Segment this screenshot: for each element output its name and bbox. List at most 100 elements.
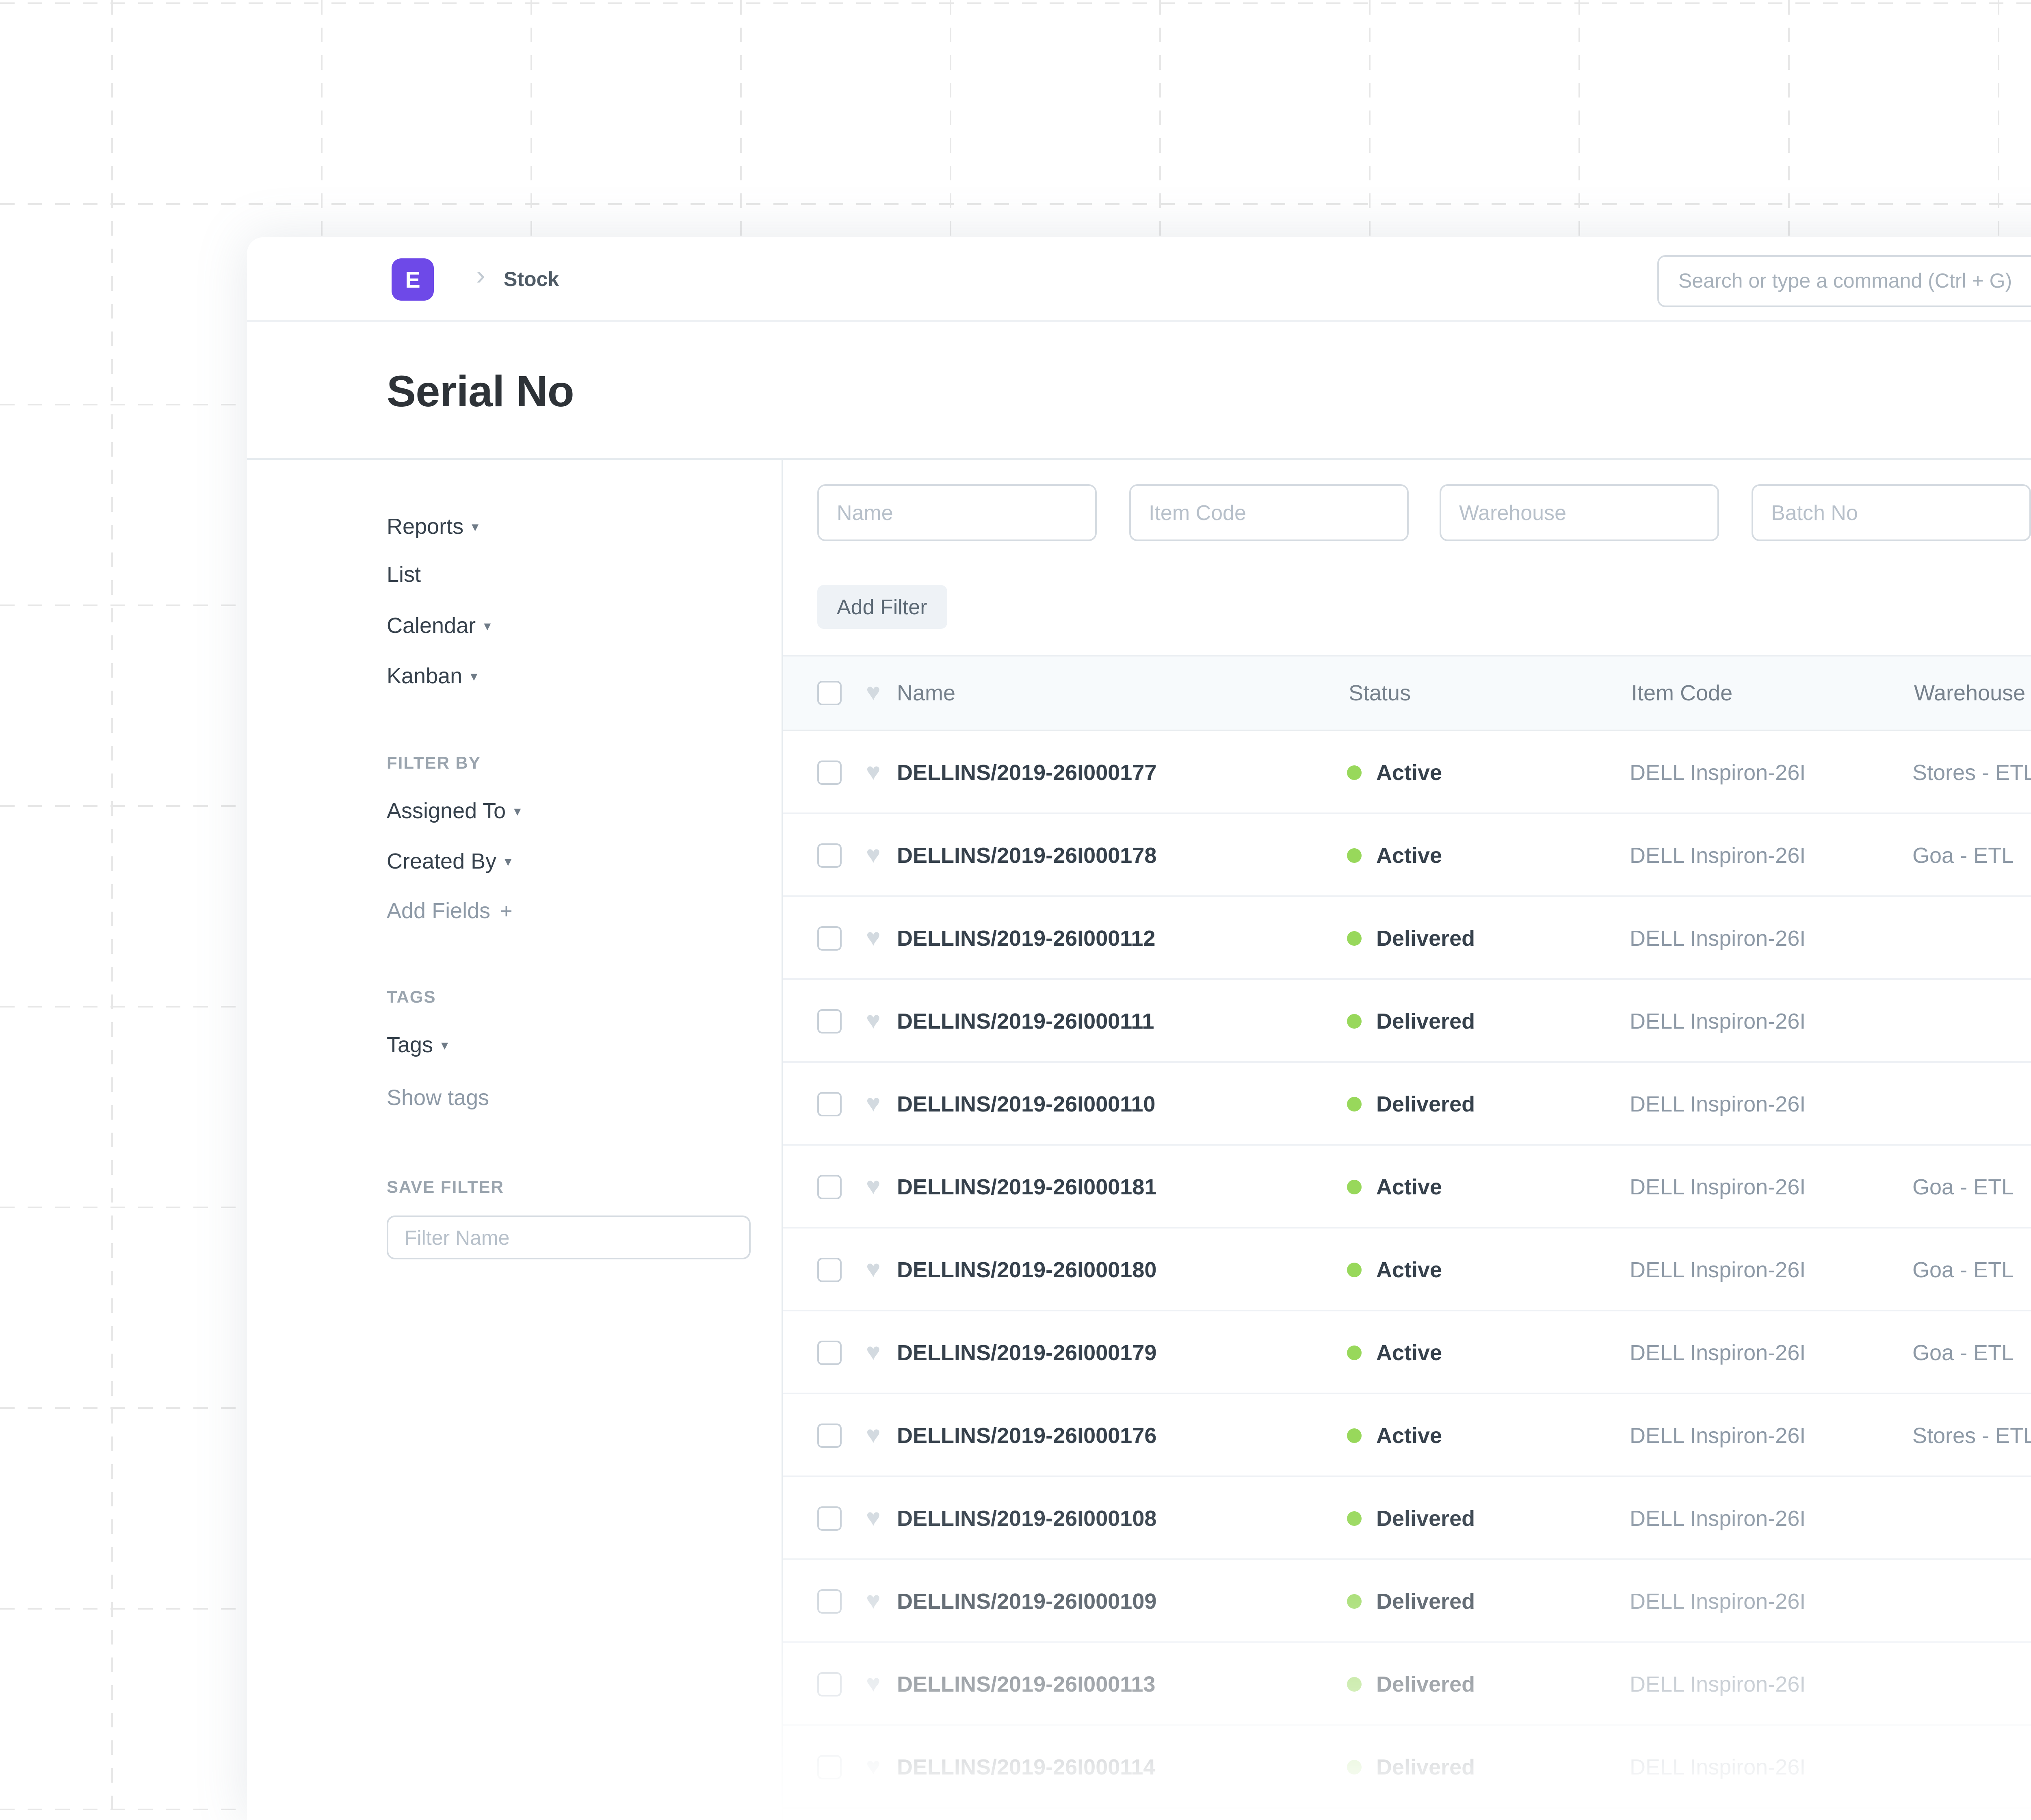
sidebar-add-fields[interactable]: Add Fields+ <box>387 897 513 926</box>
table-row[interactable]: ♥ DELLINS/2019-26I000108 Delivered DELL … <box>783 1477 2031 1560</box>
status-dot-icon <box>1347 1262 1362 1276</box>
row-name-link[interactable]: DELLINS/2019-26I000110 <box>897 1091 1347 1116</box>
row-item-code: DELL Inspiron-26I <box>1630 1174 1912 1198</box>
row-name-link[interactable]: DELLINS/2019-26I000178 <box>897 843 1347 867</box>
table-row[interactable]: ♥ DELLINS/2019-26I000111 Delivered DELL … <box>783 980 2031 1063</box>
row-name-link[interactable]: DELLINS/2019-26I000112 <box>897 925 1347 950</box>
row-checkbox[interactable] <box>817 1258 842 1282</box>
calendar-label: Calendar <box>387 613 476 638</box>
row-status: Active <box>1347 1257 1630 1281</box>
heart-icon[interactable]: ♥ <box>866 1506 881 1530</box>
chevron-down-icon: ▾ <box>505 847 511 876</box>
row-checkbox[interactable] <box>817 760 842 785</box>
row-name-link[interactable]: DELLINS/2019-26I000180 <box>897 1257 1347 1281</box>
sidebar-item-kanban[interactable]: Kanban▾ <box>387 661 477 691</box>
add-filter-button[interactable]: Add Filter <box>817 585 947 629</box>
row-checkbox[interactable] <box>817 1175 842 1199</box>
sidebar-assigned-to[interactable]: Assigned To▾ <box>387 796 521 826</box>
filter-field-item-code[interactable] <box>1129 484 1409 541</box>
status-dot-icon <box>1347 1759 1362 1774</box>
row-name-link[interactable]: DELLINS/2019-26I000111 <box>897 1008 1347 1033</box>
heart-icon[interactable]: ♥ <box>866 1340 881 1364</box>
filter-field-warehouse[interactable] <box>1440 484 1719 541</box>
app-logo[interactable]: E <box>392 258 434 301</box>
row-name-link[interactable]: DELLINS/2019-26I000176 <box>897 1423 1347 1447</box>
status-dot-icon <box>1347 1345 1362 1359</box>
row-checkbox[interactable] <box>817 1341 842 1365</box>
status-label: Active <box>1376 843 1442 867</box>
row-checkbox[interactable] <box>817 1009 842 1034</box>
heart-icon[interactable]: ♥ <box>866 1671 881 1696</box>
row-name-link[interactable]: DELLINS/2019-26I000109 <box>897 1588 1347 1613</box>
heart-icon[interactable]: ♥ <box>866 1588 881 1613</box>
row-checkbox[interactable] <box>817 1755 842 1779</box>
table-row[interactable]: ♥ DELLINS/2019-26I000180 Active DELL Ins… <box>783 1228 2031 1311</box>
table-row[interactable]: ♥ DELLINS/2019-26I000179 Active DELL Ins… <box>783 1311 2031 1394</box>
row-status: Delivered <box>1347 925 1630 950</box>
table-row[interactable]: ♥ DELLINS/2019-26I000178 Active DELL Ins… <box>783 814 2031 897</box>
filter-by-section-label: FILTER BY <box>387 752 481 775</box>
sidebar-item-list[interactable]: List <box>387 561 421 590</box>
status-dot-icon <box>1347 930 1362 945</box>
table-row[interactable]: ♥ DELLINS/2019-26I000181 Active DELL Ins… <box>783 1146 2031 1228</box>
row-status: Active <box>1347 1174 1630 1198</box>
heart-icon[interactable]: ♥ <box>866 843 881 867</box>
row-status: Active <box>1347 760 1630 784</box>
heart-icon[interactable]: ♥ <box>866 925 881 950</box>
row-name-link[interactable]: DELLINS/2019-26I000108 <box>897 1506 1347 1530</box>
row-checkbox[interactable] <box>817 843 842 868</box>
row-name-link[interactable]: DELLINS/2019-26I000179 <box>897 1340 1347 1364</box>
table-row[interactable]: ♥ DELLINS/2019-26I000109 Delivered DELL … <box>783 1560 2031 1643</box>
heart-icon[interactable]: ♥ <box>866 1423 881 1447</box>
table-row[interactable]: ♥ DELLINS/2019-26I000176 Active DELL Ins… <box>783 1394 2031 1477</box>
liked-filter-heart-icon[interactable]: ♥ <box>866 681 881 705</box>
filter-name-input[interactable] <box>387 1216 751 1259</box>
sidebar-created-by[interactable]: Created By ▾ <box>387 847 511 877</box>
row-checkbox[interactable] <box>817 1672 842 1696</box>
heart-icon[interactable]: ♥ <box>866 1008 881 1033</box>
row-checkbox[interactable] <box>817 1506 842 1531</box>
heart-icon[interactable]: ♥ <box>866 1091 881 1116</box>
sidebar-item-reports[interactable]: Reports▾ <box>387 512 479 542</box>
select-all-checkbox[interactable] <box>817 682 842 706</box>
table-row[interactable]: ♥ DELLINS/2019-26I000177 Active DELL Ins… <box>783 731 2031 814</box>
list-area: Add Filter Last Modified On ↓ ♥ Name Sta… <box>782 458 2031 1820</box>
row-checkbox[interactable] <box>817 1424 842 1448</box>
created-by-label: Created By <box>387 849 496 873</box>
row-name-link[interactable]: DELLINS/2019-26I000177 <box>897 760 1347 784</box>
sidebar-show-tags[interactable]: Show tags <box>387 1084 489 1113</box>
row-checkbox[interactable] <box>817 1589 842 1614</box>
status-dot-icon <box>1347 1096 1362 1111</box>
sidebar-tags[interactable]: Tags▾ <box>387 1030 448 1060</box>
table-row[interactable]: ♥ DELLINS/2019-26I000110 Delivered DELL … <box>783 1063 2031 1146</box>
breadcrumb[interactable]: Stock <box>504 268 559 291</box>
row-checkbox[interactable] <box>817 1092 842 1116</box>
row-item-code: DELL Inspiron-26I <box>1630 1257 1912 1281</box>
row-name-link[interactable]: DELLINS/2019-26I000113 <box>897 1671 1347 1696</box>
status-dot-icon <box>1347 1676 1362 1691</box>
heart-icon[interactable]: ♥ <box>866 1754 881 1779</box>
status-label: Active <box>1376 1340 1442 1364</box>
row-name-link[interactable]: DELLINS/2019-26I000114 <box>897 1754 1347 1779</box>
filter-field-name[interactable] <box>817 484 1097 541</box>
filter-field-batch-no[interactable] <box>1752 484 2031 541</box>
row-warehouse: Goa - ETL <box>1912 1174 2031 1198</box>
table-row[interactable]: ♥ DELLINS/2019-26I000113 Delivered DELL … <box>783 1643 2031 1726</box>
table-row[interactable]: ♥ DELLINS/2019-26I000114 Delivered DELL … <box>783 1726 2031 1809</box>
heart-icon[interactable]: ♥ <box>866 1174 881 1198</box>
heart-icon[interactable]: ♥ <box>866 1257 881 1281</box>
row-item-code: DELL Inspiron-26I <box>1630 1091 1912 1116</box>
row-name-link[interactable]: DELLINS/2019-26I000181 <box>897 1174 1347 1198</box>
row-checkbox[interactable] <box>817 926 842 951</box>
chevron-down-icon: ▾ <box>484 611 491 640</box>
heart-icon[interactable]: ♥ <box>866 760 881 784</box>
row-item-code: DELL Inspiron-26I <box>1630 1671 1912 1696</box>
sidebar-item-calendar[interactable]: Calendar ▾ <box>387 611 491 641</box>
search-input[interactable] <box>1675 268 2031 294</box>
tags-section-label: TAGS <box>387 986 436 1009</box>
app-window: E › Stock A Settings▾ Help▾ Serial No Me… <box>247 237 2031 1820</box>
column-header-item-code: Item Code <box>1631 681 1914 705</box>
table-row[interactable]: ♥ DELLINS/2019-26I000112 Delivered DELL … <box>783 897 2031 980</box>
row-item-code: DELL Inspiron-26I <box>1630 1008 1912 1033</box>
status-label: Delivered <box>1376 1008 1475 1033</box>
